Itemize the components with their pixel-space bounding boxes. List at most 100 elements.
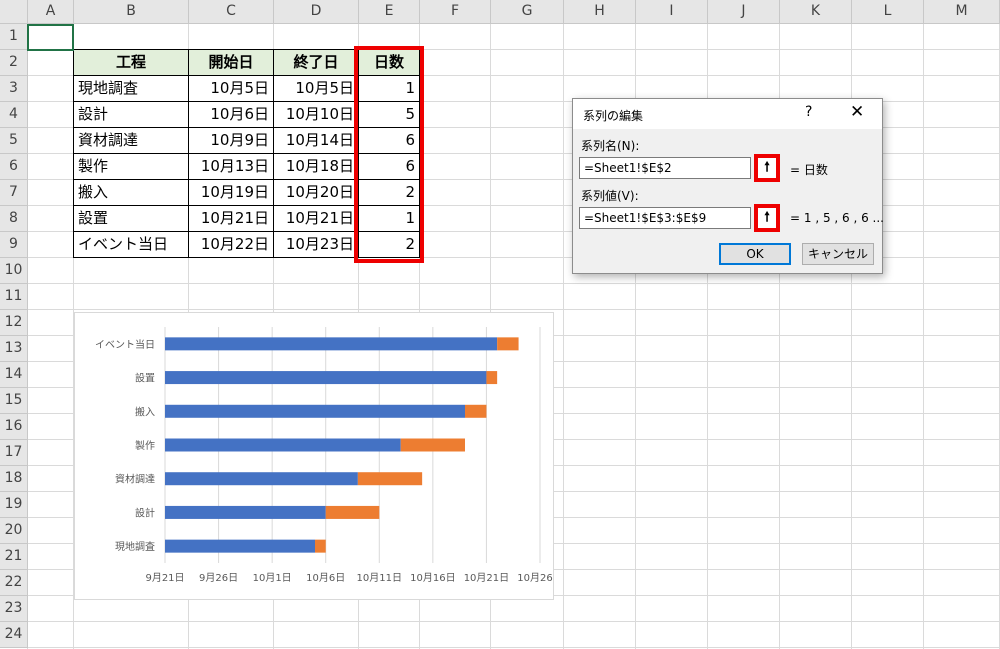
row-header[interactable]: 6: [0, 154, 28, 180]
row-header[interactable]: 9: [0, 232, 28, 258]
table-cell[interactable]: 10月5日: [273, 75, 359, 102]
series-name-input[interactable]: =Sheet1!$E$2: [579, 157, 751, 179]
start-offset-bar: [165, 472, 358, 486]
row-header[interactable]: 7: [0, 180, 28, 206]
y-category-label: 製作: [135, 439, 155, 452]
table-cell[interactable]: 10月9日: [188, 127, 274, 154]
gantt-chart[interactable]: 9月21日 9月26日 10月1日 10月6日 10月11日 10月16日 10月21日 10…: [74, 312, 563, 600]
y-category-label: 資材調達: [115, 473, 155, 486]
select-all-corner[interactable]: [0, 0, 28, 24]
table-cell[interactable]: 10月13日: [188, 153, 274, 180]
column-header[interactable]: K: [780, 0, 852, 24]
row-header[interactable]: 1: [0, 24, 28, 50]
table-cell[interactable]: 10月5日: [188, 75, 274, 102]
row-header[interactable]: 23: [0, 596, 28, 622]
duration-bar: [325, 505, 380, 519]
table-cell[interactable]: 資材調達: [73, 127, 189, 154]
collapse-dialog-button-name[interactable]: 🠕: [754, 154, 780, 182]
row-header[interactable]: 2: [0, 50, 28, 76]
dialog-titlebar: 系列の編集 ? ✕: [573, 99, 882, 129]
column-header[interactable]: C: [189, 0, 274, 24]
row-header[interactable]: 3: [0, 76, 28, 102]
x-tick-label: 9月21日: [145, 572, 184, 584]
table-header-cell[interactable]: 終了日: [273, 49, 359, 76]
row-header[interactable]: 16: [0, 414, 28, 440]
duration-bar: [486, 371, 498, 385]
x-tick-label: 10月26日: [517, 572, 553, 584]
row-header[interactable]: 15: [0, 388, 28, 414]
table-cell[interactable]: 現地調査: [73, 75, 189, 102]
row-header[interactable]: 14: [0, 362, 28, 388]
column-header[interactable]: F: [420, 0, 491, 24]
duration-bar: [315, 539, 326, 553]
close-icon[interactable]: ✕: [850, 102, 864, 122]
duration-bar: [357, 472, 423, 486]
row-header[interactable]: 17: [0, 440, 28, 466]
upload-arrow-icon: 🠕: [764, 160, 770, 175]
row-header[interactable]: 24: [0, 622, 28, 648]
column-header[interactable]: L: [852, 0, 924, 24]
gridline-horizontal: [28, 647, 1000, 648]
row-header[interactable]: 10: [0, 258, 28, 284]
table-cell[interactable]: 10月21日: [188, 205, 274, 232]
gridline-horizontal: [28, 309, 1000, 310]
row-header[interactable]: 5: [0, 128, 28, 154]
chart-svg: 9月21日 9月26日 10月1日 10月6日 10月11日 10月16日 10月21日 10…: [95, 327, 563, 584]
active-cell-a1[interactable]: [27, 24, 74, 51]
x-tick-label: 10月16日: [410, 572, 455, 584]
table-header-cell[interactable]: 工程: [73, 49, 189, 76]
cancel-button[interactable]: キャンセル: [802, 243, 874, 265]
start-offset-bar: [165, 438, 401, 452]
column-header[interactable]: J: [708, 0, 780, 24]
table-header-cell[interactable]: 開始日: [188, 49, 274, 76]
start-offset-bar: [165, 371, 487, 385]
column-header[interactable]: H: [564, 0, 636, 24]
x-tick-label: 10月11日: [357, 572, 402, 584]
row-header[interactable]: 19: [0, 492, 28, 518]
row-header[interactable]: 11: [0, 284, 28, 310]
table-cell[interactable]: 10月6日: [188, 101, 274, 128]
row-header[interactable]: 8: [0, 206, 28, 232]
series-values-input[interactable]: =Sheet1!$E$3:$E$9: [579, 207, 751, 229]
row-header[interactable]: 20: [0, 518, 28, 544]
highlight-days-column: [354, 46, 424, 263]
row-header[interactable]: 13: [0, 336, 28, 362]
column-header[interactable]: B: [74, 0, 189, 24]
table-cell[interactable]: 10月23日: [273, 231, 359, 258]
column-header[interactable]: M: [924, 0, 1000, 24]
table-cell[interactable]: 設置: [73, 205, 189, 232]
help-icon[interactable]: ?: [805, 104, 812, 120]
column-header[interactable]: D: [274, 0, 359, 24]
column-header[interactable]: E: [359, 0, 420, 24]
start-offset-bar: [165, 404, 465, 418]
row-header[interactable]: 22: [0, 570, 28, 596]
table-cell[interactable]: 10月19日: [188, 179, 274, 206]
collapse-dialog-button-values[interactable]: 🠕: [754, 204, 780, 232]
column-header[interactable]: G: [491, 0, 564, 24]
table-cell[interactable]: 製作: [73, 153, 189, 180]
column-header[interactable]: A: [28, 0, 74, 24]
table-cell[interactable]: 10月20日: [273, 179, 359, 206]
table-cell[interactable]: 10月14日: [273, 127, 359, 154]
start-offset-bar: [165, 337, 498, 351]
ok-button[interactable]: OK: [719, 243, 791, 265]
start-offset-bar: [165, 539, 315, 553]
table-cell[interactable]: イベント当日: [73, 231, 189, 258]
table-cell[interactable]: 10月22日: [188, 231, 274, 258]
y-category-label: 現地調査: [115, 540, 155, 553]
duration-bar: [497, 337, 519, 351]
table-cell[interactable]: 搬入: [73, 179, 189, 206]
table-cell[interactable]: 10月21日: [273, 205, 359, 232]
gridline-horizontal: [28, 283, 1000, 284]
table-cell[interactable]: 10月10日: [273, 101, 359, 128]
row-header[interactable]: 18: [0, 466, 28, 492]
dialog-title: 系列の編集: [583, 109, 644, 123]
x-tick-label: 9月26日: [199, 572, 238, 584]
table-cell[interactable]: 設計: [73, 101, 189, 128]
table-cell[interactable]: 10月18日: [273, 153, 359, 180]
series-values-label: 系列値(V):: [581, 189, 639, 203]
row-header[interactable]: 12: [0, 310, 28, 336]
row-header[interactable]: 4: [0, 102, 28, 128]
column-header[interactable]: I: [636, 0, 708, 24]
row-header[interactable]: 21: [0, 544, 28, 570]
